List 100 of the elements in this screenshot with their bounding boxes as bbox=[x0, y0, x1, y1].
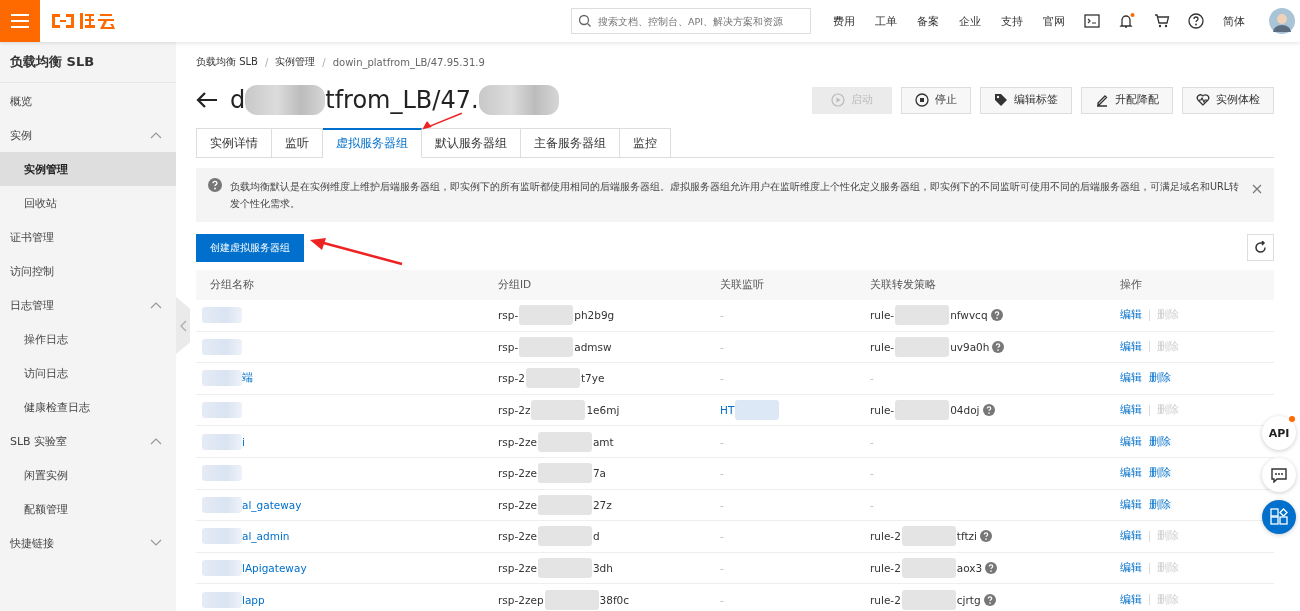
delete-link[interactable]: 删除 bbox=[1149, 371, 1171, 386]
table-cell: rsp-2ze bbox=[498, 530, 537, 543]
sidebar-item[interactable]: 实例 bbox=[0, 118, 176, 152]
nav-link[interactable]: 支持 bbox=[1001, 13, 1023, 29]
tab[interactable]: 主备服务器组 bbox=[521, 128, 620, 158]
edit-link[interactable]: 编辑 bbox=[1120, 466, 1142, 481]
table-cell: - bbox=[720, 593, 724, 606]
chevron-left-icon bbox=[179, 319, 187, 332]
redaction-blur bbox=[202, 528, 242, 545]
action-button[interactable]: 编辑标签 bbox=[980, 86, 1072, 114]
table-cell: rsp-2ze bbox=[498, 498, 537, 511]
edit-link[interactable]: 编辑 bbox=[1120, 308, 1142, 323]
back-arrow-icon[interactable] bbox=[196, 91, 218, 109]
table-cell: rule- bbox=[870, 404, 895, 417]
table-cell: rsp-2 bbox=[498, 372, 525, 385]
listener-link[interactable]: HT bbox=[720, 404, 735, 417]
tab[interactable]: 虚拟服务器组 bbox=[323, 128, 422, 158]
table-cell: cjrtg bbox=[956, 593, 981, 606]
sidebar-item[interactable]: 访问控制 bbox=[0, 254, 176, 288]
table-cell: rule-2 bbox=[870, 530, 901, 543]
edit-link[interactable]: 编辑 bbox=[1120, 592, 1142, 607]
group-name-link[interactable]: lApigateway bbox=[242, 562, 307, 575]
tab[interactable]: 默认服务器组 bbox=[422, 128, 521, 158]
edit-link[interactable]: 编辑 bbox=[1120, 434, 1142, 449]
sidebar-item[interactable]: 配额管理 bbox=[0, 492, 176, 526]
search-field[interactable]: 搜索文档、控制台、API、解决方案和资源 bbox=[571, 8, 811, 34]
edit-link[interactable]: 编辑 bbox=[1120, 339, 1142, 354]
group-name-link[interactable]: lapp bbox=[242, 593, 265, 606]
group-name-link[interactable]: al_gateway bbox=[242, 498, 302, 511]
breadcrumb-link[interactable]: 实例管理 bbox=[275, 55, 316, 69]
delete-link[interactable]: 删除 bbox=[1149, 497, 1171, 512]
sidebar-item[interactable]: 日志管理 bbox=[0, 288, 176, 322]
group-name-link[interactable]: i bbox=[242, 435, 245, 448]
redaction-blur bbox=[519, 305, 574, 326]
chat-button[interactable] bbox=[1262, 458, 1296, 492]
nav-link[interactable]: 工单 bbox=[875, 13, 897, 29]
sidebar-item[interactable]: 快捷链接 bbox=[0, 526, 176, 560]
cart-icon[interactable] bbox=[1154, 13, 1170, 29]
nav-link[interactable]: 企业 bbox=[959, 13, 981, 29]
refresh-button[interactable] bbox=[1247, 234, 1274, 261]
breadcrumb-link[interactable]: dowin_platfrom_LB/47.95.31.9 bbox=[332, 56, 485, 68]
table-cell: 7a bbox=[592, 467, 607, 480]
table-cell: ph2b9g bbox=[574, 309, 615, 322]
bell-icon[interactable] bbox=[1118, 12, 1136, 30]
table-cell: rule- bbox=[870, 340, 895, 353]
group-name-link[interactable]: 端 bbox=[242, 371, 253, 386]
sidebar-item[interactable]: 操作日志 bbox=[0, 322, 176, 356]
action-button[interactable]: 停止 bbox=[901, 86, 971, 114]
redaction-blur bbox=[895, 400, 950, 421]
table-cell: - bbox=[870, 467, 874, 480]
terminal-icon[interactable] bbox=[1084, 14, 1100, 28]
api-button[interactable]: API bbox=[1262, 416, 1296, 450]
table-cell: rsp-2ze bbox=[498, 562, 537, 575]
edit-link[interactable]: 编辑 bbox=[1120, 403, 1142, 418]
sidebar-item[interactable]: 访问日志 bbox=[0, 356, 176, 390]
breadcrumb-link[interactable]: 负载均衡 SLB bbox=[196, 55, 258, 69]
tab[interactable]: 实例详情 bbox=[196, 128, 272, 158]
redaction-blur bbox=[537, 463, 592, 484]
table-cell: nfwvcq bbox=[950, 309, 988, 322]
menu-button[interactable] bbox=[0, 0, 40, 42]
apps-button[interactable] bbox=[1262, 500, 1296, 534]
play-icon bbox=[831, 93, 845, 107]
chat-icon bbox=[1271, 467, 1287, 483]
sidebar-item[interactable]: 实例管理 bbox=[0, 152, 176, 186]
table-cell: rsp-2ze bbox=[498, 467, 537, 480]
redaction-blur bbox=[537, 526, 592, 547]
table-cell: rsp-2ze bbox=[498, 435, 537, 448]
tab[interactable]: 监控 bbox=[620, 128, 671, 158]
nav-link[interactable]: 官网 bbox=[1043, 13, 1065, 29]
sidebar-item[interactable]: 闲置实例 bbox=[0, 458, 176, 492]
close-icon[interactable] bbox=[1252, 184, 1262, 194]
menu-icon bbox=[11, 13, 29, 29]
redaction-blur bbox=[202, 591, 242, 608]
sidebar-item[interactable]: SLB 实验室 bbox=[0, 424, 176, 458]
sidebar-item[interactable]: 证书管理 bbox=[0, 220, 176, 254]
edit-link[interactable]: 编辑 bbox=[1120, 561, 1142, 576]
help-icon bbox=[208, 178, 222, 192]
group-name-link[interactable]: al_admin bbox=[242, 530, 290, 543]
tab[interactable]: 监听 bbox=[272, 128, 323, 158]
table-cell: tftzi bbox=[956, 530, 977, 543]
redaction-blur bbox=[537, 431, 592, 452]
action-button[interactable]: 升配降配 bbox=[1081, 86, 1173, 114]
edit-link[interactable]: 编辑 bbox=[1120, 529, 1142, 544]
delete-link[interactable]: 删除 bbox=[1149, 434, 1171, 449]
language-link[interactable]: 简体 bbox=[1223, 13, 1245, 29]
nav-link[interactable]: 备案 bbox=[917, 13, 939, 29]
redaction-blur bbox=[202, 402, 242, 419]
table-cell: 3dh bbox=[592, 562, 613, 575]
delete-link[interactable]: 删除 bbox=[1149, 466, 1171, 481]
avatar-icon[interactable] bbox=[1269, 8, 1295, 34]
sidebar-item[interactable]: 概览 bbox=[0, 84, 176, 118]
table-cell: - bbox=[720, 372, 724, 385]
help-icon[interactable] bbox=[1188, 13, 1204, 29]
sidebar-item[interactable]: 回收站 bbox=[0, 186, 176, 220]
sidebar-item[interactable]: 健康检查日志 bbox=[0, 390, 176, 424]
create-button[interactable]: 创建虚拟服务器组 bbox=[196, 234, 304, 262]
action-button[interactable]: 实例体检 bbox=[1182, 86, 1274, 114]
edit-link[interactable]: 编辑 bbox=[1120, 497, 1142, 512]
nav-link[interactable]: 费用 bbox=[833, 13, 855, 29]
edit-link[interactable]: 编辑 bbox=[1120, 371, 1142, 386]
